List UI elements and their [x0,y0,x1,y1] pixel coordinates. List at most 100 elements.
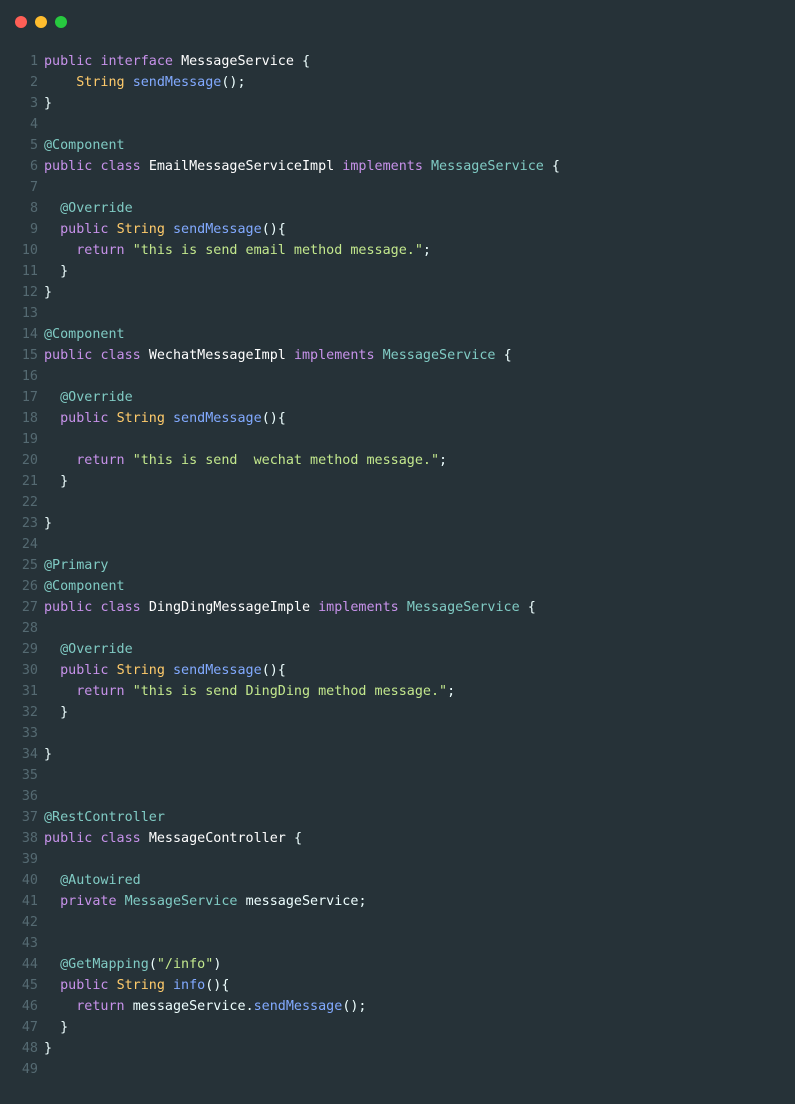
code-token-func: sendMessage [173,222,262,237]
line-text: } [44,1017,68,1038]
line-text: public String sendMessage(){ [44,219,286,240]
code-token-type: String [116,663,173,678]
code-token-annotation: @RestController [44,810,165,825]
line-number: 2 [29,75,38,90]
code-token-iface: MessageService [124,894,246,909]
line-number: 48 [21,1041,38,1056]
line-number: 3 [29,96,38,111]
code-line: 47 } [0,1017,795,1038]
maximize-window-button[interactable] [55,16,67,28]
line-text: public class MessageController { [44,828,302,849]
code-token-string: "/info" [156,957,214,972]
line-text: String sendMessage(); [44,72,246,93]
code-token-iface: MessageService [406,600,528,615]
window-titlebar [0,0,795,44]
code-line: 24 [0,534,795,555]
code-token-iface: MessageService [430,159,552,174]
code-token-keyword: implements [293,348,383,363]
code-token-func: sendMessage [132,75,222,90]
code-token-keyword: interface [100,54,182,69]
code-line: 12} [0,282,795,303]
line-text: @Component [44,324,125,345]
code-token-type: String [116,222,173,237]
line-text: } [44,93,52,114]
code-line: 11 } [0,261,795,282]
code-token-punct: (); [221,75,246,90]
code-token-annotation: @GetMapping [60,957,149,972]
code-line: 14 @Component [0,324,795,345]
code-token-iface: MessageService [382,348,504,363]
line-text: public String sendMessage(){ [44,408,286,429]
code-token-punct: } [44,747,53,762]
code-line: 42 [0,912,795,933]
code-token-punct: } [60,1020,69,1035]
line-number: 35 [21,768,38,783]
code-token-punct: } [44,516,53,531]
code-line: 27 public class DingDingMessageImple impl… [0,597,795,618]
code-token-punct: (){ [261,411,286,426]
code-token-punct: (){ [261,222,286,237]
code-line: 35 [0,765,795,786]
line-text: } [44,471,68,492]
code-token-keyword: public [60,411,117,426]
code-token-string: "this is send DingDing method message." [132,684,448,699]
line-number: 24 [21,537,38,552]
line-text: public interface MessageService { [44,51,310,72]
line-text: @Primary [44,555,109,576]
minimize-window-button[interactable] [35,16,47,28]
code-token-keyword: class [100,159,149,174]
code-line: 22 [0,492,795,513]
code-line: 9 public String sendMessage(){ [0,219,795,240]
line-text: } [44,261,68,282]
code-token-punct: ( [148,957,157,972]
code-line: 36 [0,786,795,807]
line-number: 15 [21,348,38,363]
code-token-keyword: public [44,348,101,363]
line-text: } [44,513,52,534]
code-token-keyword: class [100,831,149,846]
line-number: 46 [21,999,38,1014]
code-token-punct: { [293,831,302,846]
code-line: 13 [0,303,795,324]
code-line: 29 @Override [0,639,795,660]
code-token-punct: } [44,285,53,300]
line-number: 5 [29,138,38,153]
code-token-punct: } [44,96,53,111]
close-window-button[interactable] [15,16,27,28]
code-line: 17 @Override [0,387,795,408]
line-number: 26 [21,579,38,594]
code-token-keyword: implements [318,600,407,615]
code-line: 32 } [0,702,795,723]
code-token-keyword: public [44,831,101,846]
code-line: 41 private MessageService messageService… [0,891,795,912]
line-number: 32 [21,705,38,720]
code-token-name: MessageController [148,831,294,846]
code-token-keyword: public [60,978,117,993]
code-line: 21 } [0,471,795,492]
code-token-plain: messageService [245,894,359,909]
line-text: public class EmailMessageServiceImpl imp… [44,156,560,177]
line-number: 19 [21,432,38,447]
line-number: 41 [21,894,38,909]
code-token-keyword: public [44,159,101,174]
code-token-punct: ; [358,894,367,909]
line-text: private MessageService messageService; [44,891,367,912]
code-token-name: MessageService [181,54,302,69]
line-text: @Override [44,639,133,660]
line-number: 16 [21,369,38,384]
line-text: } [44,702,68,723]
code-token-keyword: return [76,999,133,1014]
code-line: 49 [0,1059,795,1080]
code-token-keyword: return [76,684,133,699]
code-line: 39 [0,849,795,870]
line-text: @Component [44,576,125,597]
